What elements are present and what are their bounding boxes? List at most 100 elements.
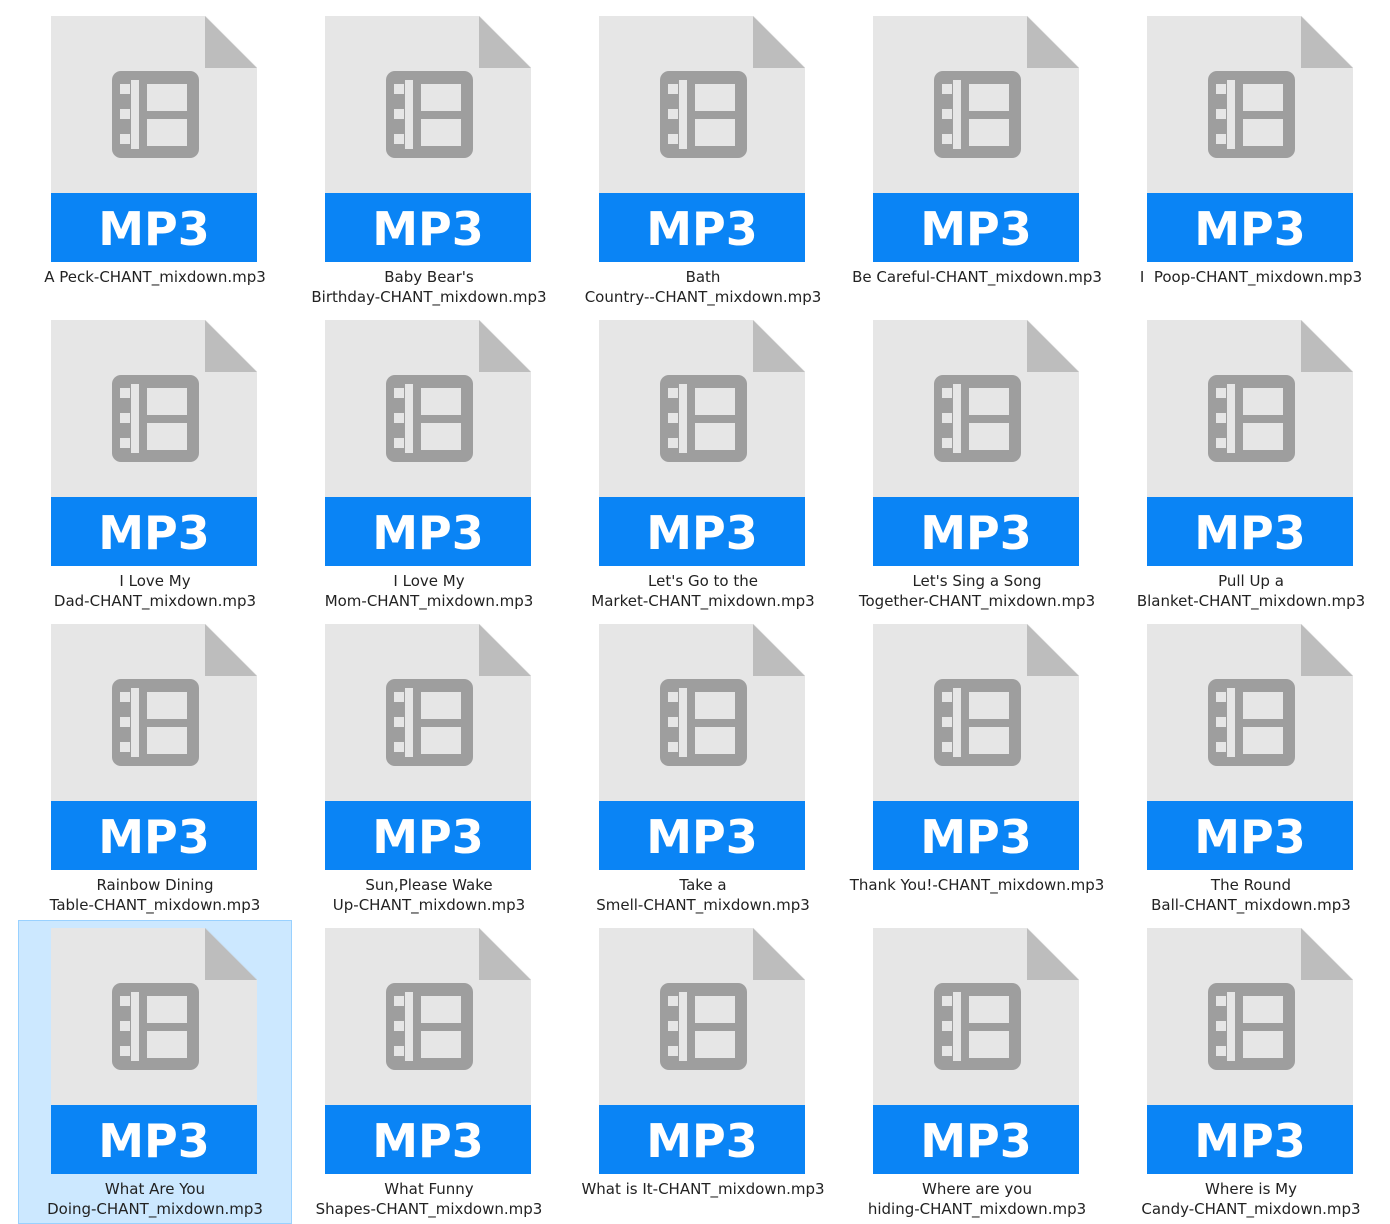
- file-name-line: Table-CHANT_mixdown.mp3: [49, 896, 261, 914]
- file-name-line: Doing-CHANT_mixdown.mp3: [47, 1200, 263, 1218]
- file-name-label: Be Careful-CHANT_mixdown.mp3: [840, 267, 1114, 287]
- file-item[interactable]: MP3 Take a Smell-CHANT_mixdown.mp3: [566, 616, 840, 920]
- file-item[interactable]: MP3 The Round Ball-CHANT_mixdown.mp3: [1114, 616, 1388, 920]
- mp3-file-icon[interactable]: MP3: [1147, 16, 1353, 262]
- file-type-label: MP3: [1194, 202, 1306, 256]
- mp3-file-icon[interactable]: MP3: [873, 624, 1079, 870]
- file-type-label: MP3: [372, 1114, 484, 1168]
- file-item[interactable]: MP3 What Are You Doing-CHANT_mixdown.mp3: [18, 920, 292, 1224]
- mp3-file-icon[interactable]: MP3: [51, 928, 257, 1174]
- file-name-label: What Funny Shapes-CHANT_mixdown.mp3: [292, 1179, 566, 1219]
- file-item[interactable]: MP3 Let's Go to the Market-CHANT_mixdown.…: [566, 312, 840, 616]
- file-name-line: What Funny: [384, 1180, 474, 1198]
- mp3-file-icon[interactable]: MP3: [599, 320, 805, 566]
- file-name-label: I Love My Mom-CHANT_mixdown.mp3: [292, 571, 566, 611]
- file-item[interactable]: MP3 Let's Sing a Song Together-CHANT_mixd…: [840, 312, 1114, 616]
- file-name-line: Dad-CHANT_mixdown.mp3: [53, 592, 257, 610]
- file-name-label: Pull Up a Blanket-CHANT_mixdown.mp3: [1114, 571, 1388, 611]
- file-item[interactable]: MP3 I Love My Dad-CHANT_mixdown.mp3: [18, 312, 292, 616]
- file-name-line: Thank You!-CHANT_mixdown.mp3: [849, 876, 1105, 894]
- file-item[interactable]: MP3 Where are you hiding-CHANT_mixdown.mp…: [840, 920, 1114, 1224]
- file-type-label: MP3: [920, 506, 1032, 560]
- file-name-line: Let's Sing a Song: [912, 572, 1042, 590]
- file-item[interactable]: MP3 Be Careful-CHANT_mixdown.mp3: [840, 8, 1114, 312]
- mp3-file-icon[interactable]: MP3: [325, 928, 531, 1174]
- file-name-line: Rainbow Dining: [96, 876, 214, 894]
- file-name-line: Candy-CHANT_mixdown.mp3: [1141, 1200, 1361, 1218]
- mp3-file-icon[interactable]: MP3: [325, 16, 531, 262]
- file-name-line: Where is My: [1205, 1180, 1297, 1198]
- file-name-label: Where is My Candy-CHANT_mixdown.mp3: [1114, 1179, 1388, 1219]
- file-name-line: Pull Up a: [1218, 572, 1284, 590]
- file-name-line: Smell-CHANT_mixdown.mp3: [596, 896, 810, 914]
- file-name-line: I Love My: [393, 572, 465, 590]
- file-type-label: MP3: [920, 202, 1032, 256]
- file-item[interactable]: MP3 Pull Up a Blanket-CHANT_mixdown.mp3: [1114, 312, 1388, 616]
- file-name-line: Birthday-CHANT_mixdown.mp3: [311, 288, 547, 306]
- mp3-file-icon[interactable]: MP3: [599, 928, 805, 1174]
- file-type-label: MP3: [1194, 506, 1306, 560]
- file-type-label: MP3: [646, 1114, 758, 1168]
- file-item[interactable]: MP3 Baby Bear's Birthday-CHANT_mixdown.mp…: [292, 8, 566, 312]
- mp3-file-icon[interactable]: MP3: [599, 16, 805, 262]
- file-type-label: MP3: [372, 506, 484, 560]
- file-item[interactable]: MP3 A Peck-CHANT_mixdown.mp3: [18, 8, 292, 312]
- file-type-label: MP3: [98, 1114, 210, 1168]
- mp3-file-icon[interactable]: MP3: [1147, 320, 1353, 566]
- file-item[interactable]: MP3 I Love My Mom-CHANT_mixdown.mp3: [292, 312, 566, 616]
- file-name-label: Rainbow Dining Table-CHANT_mixdown.mp3: [18, 875, 292, 915]
- file-name-line: hiding-CHANT_mixdown.mp3: [867, 1200, 1087, 1218]
- file-item[interactable]: MP3 I Poop-CHANT_mixdown.mp3: [1114, 8, 1388, 312]
- file-name-label: Sun,Please Wake Up-CHANT_mixdown.mp3: [292, 875, 566, 915]
- file-type-label: MP3: [98, 810, 210, 864]
- mp3-file-icon[interactable]: MP3: [873, 928, 1079, 1174]
- file-name-line: Shapes-CHANT_mixdown.mp3: [315, 1200, 543, 1218]
- file-name-line: Take a: [679, 876, 727, 894]
- mp3-file-icon[interactable]: MP3: [599, 624, 805, 870]
- file-name-line: Sun,Please Wake: [365, 876, 493, 894]
- file-type-label: MP3: [646, 202, 758, 256]
- file-name-line: Bath: [685, 268, 721, 286]
- mp3-file-icon[interactable]: MP3: [51, 320, 257, 566]
- file-name-line: Be Careful-CHANT_mixdown.mp3: [852, 268, 1102, 286]
- file-type-label: MP3: [1194, 810, 1306, 864]
- file-name-line: Baby Bear's: [384, 268, 474, 286]
- mp3-file-icon[interactable]: MP3: [873, 320, 1079, 566]
- file-name-label: I Poop-CHANT_mixdown.mp3: [1114, 267, 1388, 287]
- mp3-file-icon[interactable]: MP3: [325, 320, 531, 566]
- file-name-label: What Are You Doing-CHANT_mixdown.mp3: [18, 1179, 292, 1219]
- file-item[interactable]: MP3 What Funny Shapes-CHANT_mixdown.mp3: [292, 920, 566, 1224]
- mp3-file-icon[interactable]: MP3: [51, 16, 257, 262]
- file-name-line: I Love My: [119, 572, 191, 590]
- file-name-line: Market-CHANT_mixdown.mp3: [591, 592, 815, 610]
- file-name-label: The Round Ball-CHANT_mixdown.mp3: [1114, 875, 1388, 915]
- file-name-line: Together-CHANT_mixdown.mp3: [858, 592, 1096, 610]
- file-item[interactable]: MP3 Rainbow Dining Table-CHANT_mixdown.mp…: [18, 616, 292, 920]
- file-name-label: Thank You!-CHANT_mixdown.mp3: [840, 875, 1114, 895]
- file-name-label: What is It-CHANT_mixdown.mp3: [566, 1179, 840, 1199]
- file-name-label: A Peck-CHANT_mixdown.mp3: [18, 267, 292, 287]
- file-name-label: Baby Bear's Birthday-CHANT_mixdown.mp3: [292, 267, 566, 307]
- file-grid: MP3 A Peck-CHANT_mixdown.mp3 MP3 Baby Be…: [18, 8, 1388, 1224]
- file-item[interactable]: MP3 Thank You!-CHANT_mixdown.mp3: [840, 616, 1114, 920]
- file-name-line: What is It-CHANT_mixdown.mp3: [581, 1180, 825, 1198]
- mp3-file-icon[interactable]: MP3: [1147, 624, 1353, 870]
- file-item[interactable]: MP3 What is It-CHANT_mixdown.mp3: [566, 920, 840, 1224]
- file-type-label: MP3: [98, 506, 210, 560]
- file-name-line: What Are You: [104, 1180, 206, 1198]
- file-item[interactable]: MP3 Sun,Please Wake Up-CHANT_mixdown.mp3: [292, 616, 566, 920]
- file-type-label: MP3: [98, 202, 210, 256]
- mp3-file-icon[interactable]: MP3: [1147, 928, 1353, 1174]
- file-name-line: Ball-CHANT_mixdown.mp3: [1151, 896, 1351, 914]
- file-name-line: Let's Go to the: [648, 572, 758, 590]
- file-item[interactable]: MP3 Bath Country--CHANT_mixdown.mp3: [566, 8, 840, 312]
- file-item[interactable]: MP3 Where is My Candy-CHANT_mixdown.mp3: [1114, 920, 1388, 1224]
- mp3-file-icon[interactable]: MP3: [51, 624, 257, 870]
- file-name-label: Take a Smell-CHANT_mixdown.mp3: [566, 875, 840, 915]
- file-name-line: Where are you: [922, 1180, 1032, 1198]
- file-type-label: MP3: [920, 1114, 1032, 1168]
- file-name-line: Blanket-CHANT_mixdown.mp3: [1136, 592, 1366, 610]
- file-name-line: Up-CHANT_mixdown.mp3: [332, 896, 526, 914]
- mp3-file-icon[interactable]: MP3: [873, 16, 1079, 262]
- mp3-file-icon[interactable]: MP3: [325, 624, 531, 870]
